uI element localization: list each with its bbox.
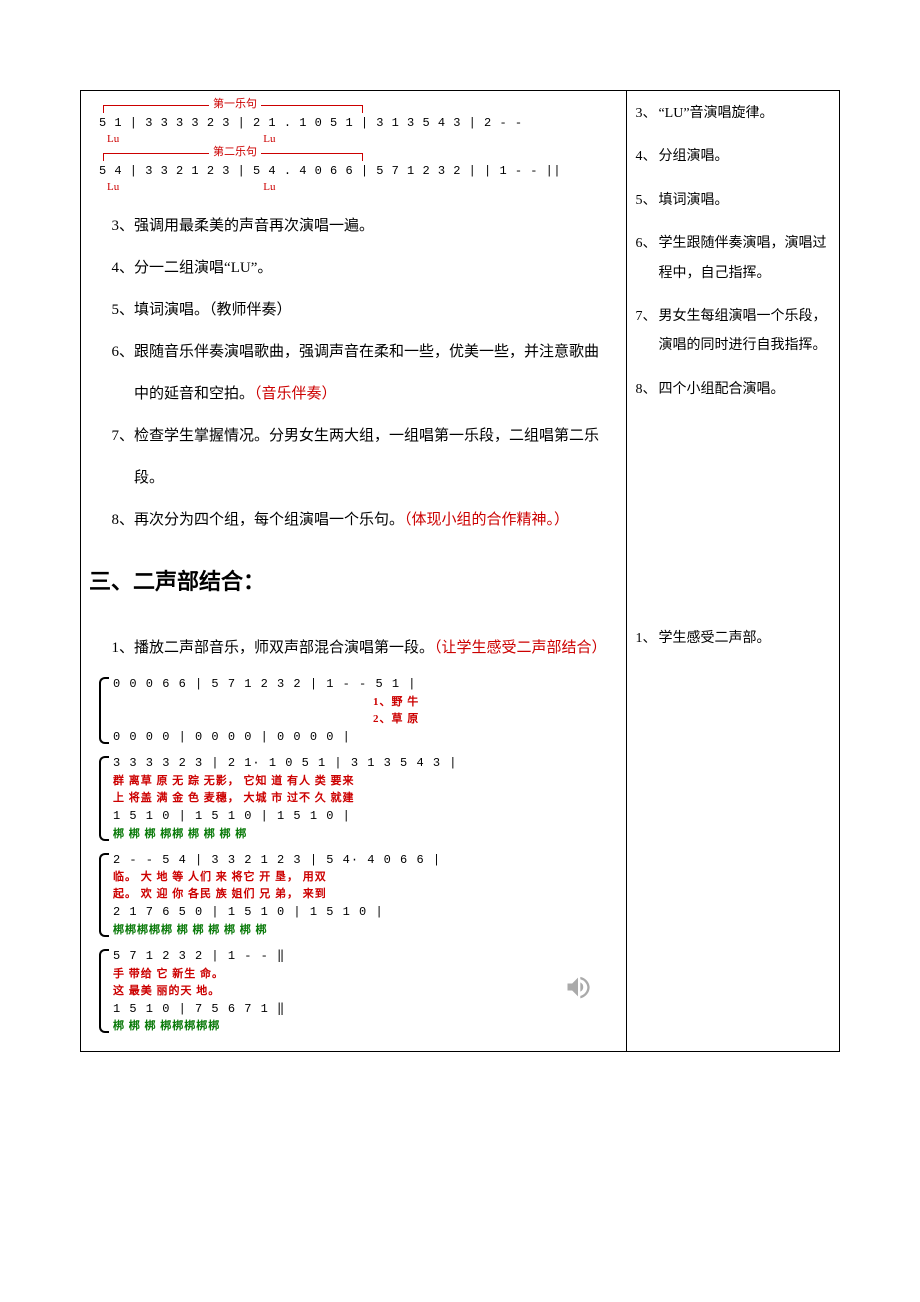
sys2-top: 3 3 3 3 2 3 | 2 1· 1 0 5 1 | 3 1 3 5 4 3… xyxy=(113,754,622,773)
sys4-lyr1: 手 带给 它 新生 命。 xyxy=(113,966,622,983)
num-8: 8、 xyxy=(112,512,135,528)
right-item-7: 男女生每组演唱一个乐段，演唱的同时进行自我指挥。 xyxy=(658,302,835,361)
r-num-5: 5、 xyxy=(635,186,656,215)
right-item-s1: 学生感受二声部。 xyxy=(658,624,770,653)
r-num-8: 8、 xyxy=(635,375,656,404)
lu-2b: Lu xyxy=(263,181,275,193)
lu-1b: Lu xyxy=(263,133,275,145)
num-3: 3、 xyxy=(112,218,135,234)
right-item-8: 四个小组配合演唱。 xyxy=(658,375,784,404)
right-column: 3、“LU”音演唱旋律。 4、分组演唱。 5、填词演唱。 6、学生跟随伴奏演唱，… xyxy=(627,91,840,1052)
brace-icon xyxy=(99,677,109,744)
left-item-4a: 分一二组演唱“ xyxy=(134,260,231,276)
brace-icon xyxy=(99,949,109,1033)
s3-num-1: 1、 xyxy=(112,640,135,656)
sys4-bot: 1 5 1 0 | 7 5 6 7 1 ‖ xyxy=(113,1000,622,1019)
sys4-botlyr: 梆 梆 梆 梆梆梆梆梆 xyxy=(113,1018,622,1035)
left-item-3: 强调用最柔美的声音再次演唱一遍。 xyxy=(134,218,374,234)
num-5: 5、 xyxy=(112,302,135,318)
left-item-4c: ”。 xyxy=(251,260,273,276)
left-item-4b: LU xyxy=(231,260,251,276)
num-4: 4、 xyxy=(112,260,135,276)
speaker-icon xyxy=(564,973,592,1006)
left-item-7: 检查学生掌握情况。分男女生两大组，一组唱第一乐段，二组唱第二乐段。 xyxy=(134,428,599,486)
sys2-lyr2: 上 将盖 满 金 色 麦穗， 大城 市 过不 久 就建 xyxy=(113,790,622,807)
lu-1a: Lu xyxy=(107,133,119,145)
left-column: 第一乐句 5 1 | 3 3 3 3 2 3 | 2 1 . 1 0 5 1 |… xyxy=(81,91,627,1052)
left-body: 3、强调用最柔美的声音再次演唱一遍。 4、分一二组演唱“LU”。 5、填词演唱。… xyxy=(89,205,622,669)
r-num-7: 7、 xyxy=(635,302,656,361)
r-num-4: 4、 xyxy=(635,142,656,171)
r-num-6: 6、 xyxy=(635,229,656,288)
score-system-4: 5 7 1 2 3 2 | 1 - - ‖ 手 带给 它 新生 命。 这 最美 … xyxy=(99,947,622,1035)
right-item-6: 学生跟随伴奏演唱，演唱过程中，自己指挥。 xyxy=(658,229,835,288)
sys4-top: 5 7 1 2 3 2 | 1 - - ‖ xyxy=(113,947,622,966)
num-7: 7、 xyxy=(112,428,135,444)
sys3-bot: 2 1 7 6 5 0 | 1 5 1 0 | 1 5 1 0 | xyxy=(113,903,622,922)
sys3-top: 2 - - 5 4 | 3 3 2 1 2 3 | 5 4· 4 0 6 6 | xyxy=(113,851,622,870)
lu-2a: Lu xyxy=(107,181,119,193)
sys2-bot: 1 5 1 0 | 1 5 1 0 | 1 5 1 0 | xyxy=(113,807,622,826)
left-item-8-red: （体现小组的合作精神。） xyxy=(404,512,569,528)
score-system-2: 3 3 3 3 2 3 | 2 1· 1 0 5 1 | 3 1 3 5 4 3… xyxy=(99,754,622,842)
lesson-table: 第一乐句 5 1 | 3 3 3 3 2 3 | 2 1 . 1 0 5 1 |… xyxy=(80,90,840,1052)
sys1-top: 0 0 0 6 6 | 5 7 1 2 3 2 | 1 - - 5 1 | xyxy=(113,675,622,694)
sys1-lyric1: 1、野 牛 xyxy=(113,694,622,711)
brace-icon xyxy=(99,756,109,840)
sys1-bot: 0 0 0 0 | 0 0 0 0 | 0 0 0 0 | xyxy=(113,728,622,747)
notation-line-1: 5 1 | 3 3 3 3 2 3 | 2 1 . 1 0 5 1 | 3 1 … xyxy=(99,115,622,132)
left-item-6: 跟随音乐伴奏演唱歌曲，强调声音在柔和一些，优美一些，并注意歌曲中的延音和空拍。 xyxy=(134,344,599,402)
right-item-5: 填词演唱。 xyxy=(658,186,728,215)
section3-item1: 播放二声部音乐，师双声部混合演唱第一段。 xyxy=(134,640,434,656)
r-num-s1: 1、 xyxy=(635,624,656,653)
r-num-3: 3、 xyxy=(635,99,656,128)
left-item-5: 填词演唱。（教师伴奏） xyxy=(134,302,292,318)
score-system-1: 0 0 0 6 6 | 5 7 1 2 3 2 | 1 - - 5 1 | 1、… xyxy=(99,675,622,746)
section-3-heading: 三、二声部结合： xyxy=(89,551,610,613)
two-part-score: 0 0 0 6 6 | 5 7 1 2 3 2 | 1 - - 5 1 | 1、… xyxy=(99,675,622,1035)
sys4-lyr2: 这 最美 丽的天 地。 xyxy=(113,983,622,1000)
left-item-6-red: （音乐伴奏） xyxy=(254,386,337,402)
phrase1-label: 第一乐句 xyxy=(209,97,261,112)
notation-line-2: 5 4 | 3 3 2 1 2 3 | 5 4 . 4 0 6 6 | 5 7 … xyxy=(99,163,622,180)
sys2-botlyr: 梆 梆 梆 梆梆 梆 梆 梆 梆 xyxy=(113,826,622,843)
sys3-lyr2: 起。 欢 迎 你 各民 族 姐们 兄 弟， 来到 xyxy=(113,886,622,903)
sys3-botlyr: 梆梆梆梆梆 梆 梆 梆 梆 梆 梆 xyxy=(113,922,622,939)
sys1-lyric2: 2、草 原 xyxy=(113,711,622,728)
sys2-lyr1: 群 离草 原 无 踪 无影， 它知 道 有人 类 要来 xyxy=(113,773,622,790)
score-system-3: 2 - - 5 4 | 3 3 2 1 2 3 | 5 4· 4 0 6 6 |… xyxy=(99,851,622,939)
num-6: 6、 xyxy=(112,344,135,360)
phrase-notation-block: 第一乐句 5 1 | 3 3 3 3 2 3 | 2 1 . 1 0 5 1 |… xyxy=(99,99,622,195)
left-item-8: 再次分为四个组，每个组演唱一个乐句。 xyxy=(134,512,404,528)
right-item-4: 分组演唱。 xyxy=(658,142,728,171)
brace-icon xyxy=(99,853,109,937)
phrase2-label: 第二乐句 xyxy=(209,145,261,160)
sys3-lyr1: 临。 大 地 等 人们 来 将它 开 垦， 用双 xyxy=(113,869,622,886)
section3-item1-red: （让学生感受二声部结合） xyxy=(434,640,607,656)
right-item-3: “LU”音演唱旋律。 xyxy=(658,99,773,128)
